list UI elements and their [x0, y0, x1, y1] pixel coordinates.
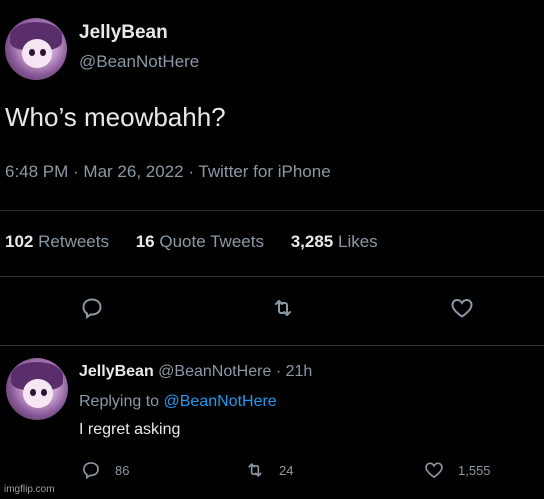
retweet-count: 24	[279, 462, 294, 478]
replying-to: Replying to @BeanNotHere	[79, 393, 277, 411]
reply-author-handle[interactable]: @BeanNotHere	[158, 363, 271, 380]
avatar-eye-left	[28, 49, 35, 57]
like-icon[interactable]	[424, 460, 444, 480]
avatar-face	[22, 39, 53, 68]
like-count: 1,555	[458, 462, 491, 478]
retweets-label[interactable]: Retweets	[38, 232, 109, 251]
tweet-stats: 102 Retweets 16 Quote Tweets 3,285 Likes	[5, 232, 400, 252]
reply-like-button[interactable]: 1,555	[424, 460, 491, 480]
main-tweet[interactable]: JellyBean @BeanNotHere Who’s meowbahh? 6…	[0, 0, 544, 346]
author-name[interactable]: JellyBean	[79, 22, 168, 44]
replying-to-prefix: Replying to	[79, 393, 160, 410]
reply-count: 86	[115, 462, 130, 478]
reply-header: JellyBean @BeanNotHere · 21h	[79, 363, 312, 381]
replying-to-handle[interactable]: @BeanNotHere	[164, 393, 277, 410]
avatar[interactable]	[5, 18, 67, 80]
avatar[interactable]	[6, 358, 68, 420]
divider	[0, 210, 544, 211]
likes-count[interactable]: 3,285	[291, 232, 334, 251]
reply-author-name[interactable]: JellyBean	[79, 363, 154, 380]
reply-retweet-button[interactable]: 24	[245, 460, 293, 480]
reply-text: I regret asking	[79, 421, 181, 438]
author-handle[interactable]: @BeanNotHere	[79, 52, 199, 72]
retweet-icon[interactable]	[271, 296, 295, 320]
retweet-icon[interactable]	[245, 460, 265, 480]
retweets-count[interactable]: 102	[5, 232, 33, 251]
quotes-count[interactable]: 16	[136, 232, 155, 251]
avatar-face	[23, 379, 54, 408]
tweet-meta: 6:48 PM · Mar 26, 2022 · Twitter for iPh…	[5, 162, 331, 181]
watermark: imgflip.com	[4, 484, 55, 495]
reply-tweet[interactable]: JellyBean @BeanNotHere · 21h Replying to…	[0, 346, 544, 499]
avatar-eye-left	[29, 389, 36, 397]
reply-reply-button[interactable]: 86	[81, 460, 129, 480]
reply-icon[interactable]	[80, 296, 104, 320]
likes-label[interactable]: Likes	[338, 232, 378, 251]
reply-icon[interactable]	[81, 460, 101, 480]
quotes-label[interactable]: Quote Tweets	[159, 232, 264, 251]
tweet-text: Who’s meowbahh?	[5, 102, 226, 132]
divider	[0, 276, 544, 277]
like-icon[interactable]	[450, 296, 474, 320]
reply-time[interactable]: · 21h	[276, 363, 312, 380]
